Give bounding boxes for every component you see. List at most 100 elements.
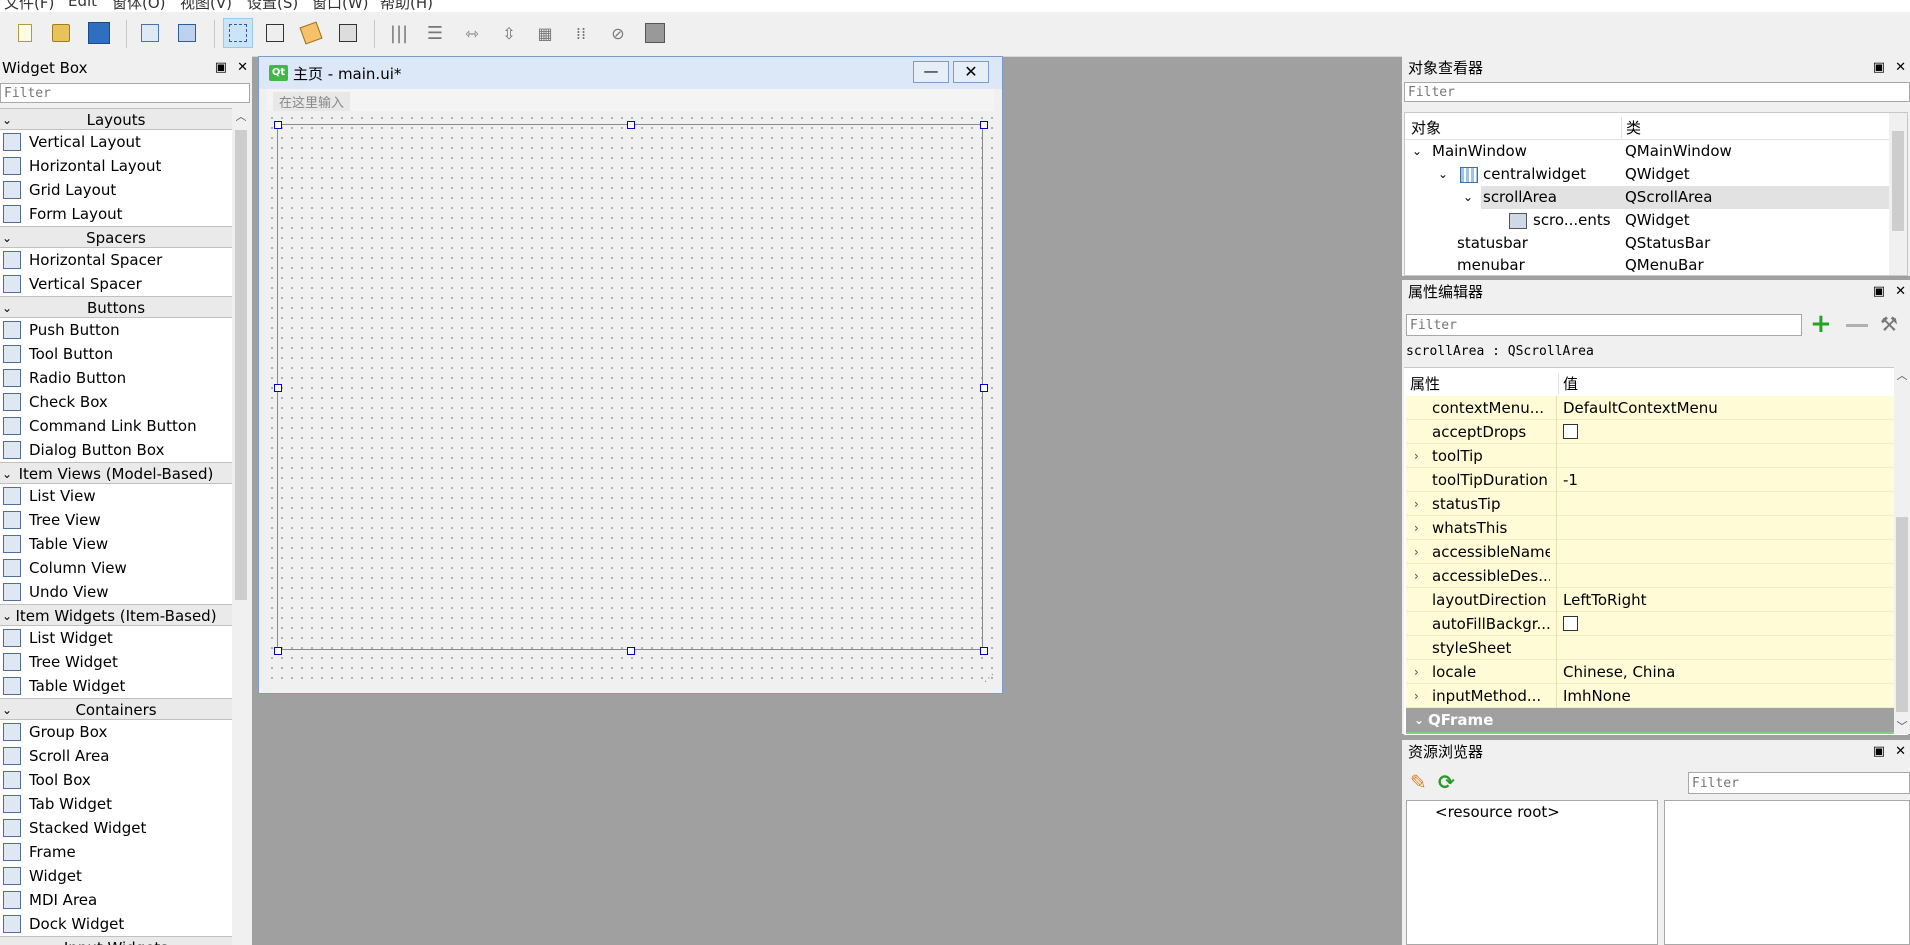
property-scrollbar[interactable]: ︿ ﹀: [1894, 367, 1910, 734]
layout-vertical-button[interactable]: ☰: [420, 18, 450, 48]
chevron-right-icon[interactable]: ›: [1414, 540, 1419, 564]
chevron-right-icon[interactable]: ›: [1414, 492, 1419, 516]
resource-filter[interactable]: [1688, 772, 1910, 794]
widget-item[interactable]: List View: [0, 484, 232, 508]
form-window[interactable]: Qt 主页 - main.ui* — ✕ 在这里输入 ⋰: [258, 56, 1003, 694]
layout-horizontal-button[interactable]: |||: [384, 18, 414, 48]
chevron-down-icon[interactable]: ⌄: [2, 699, 12, 721]
chevron-right-icon[interactable]: ›: [1414, 444, 1419, 468]
close-icon[interactable]: ✕: [1895, 744, 1906, 759]
selection-handle[interactable]: [274, 384, 282, 392]
edit-buddies-button[interactable]: [296, 18, 326, 48]
add-property-icon[interactable]: +: [1810, 310, 1832, 338]
widget-item[interactable]: Table View: [0, 532, 232, 556]
menu-window[interactable]: 窗口(W): [312, 0, 369, 12]
object-inspector-filter[interactable]: [1404, 82, 1910, 102]
property-row[interactable]: › toolTip: [1406, 444, 1894, 468]
selection-handle[interactable]: [627, 647, 635, 655]
widget-category[interactable]: ⌄ Item Widgets (Item-Based): [0, 604, 232, 626]
object-tree-scrollbar[interactable]: [1889, 113, 1907, 275]
widget-category[interactable]: ⌄ Item Views (Model-Based): [0, 462, 232, 484]
widget-item[interactable]: Tool Button: [0, 342, 232, 366]
menu-edit[interactable]: Edit: [68, 0, 97, 10]
chevron-down-icon[interactable]: ⌄: [1463, 186, 1473, 209]
break-layout-button[interactable]: ⊘: [603, 18, 633, 48]
float-icon[interactable]: ▣: [1873, 284, 1885, 299]
widget-category[interactable]: ⌄ Containers: [0, 698, 232, 720]
widget-category[interactable]: ⌄ Spacers: [0, 226, 232, 248]
col-object[interactable]: 对象: [1411, 117, 1441, 138]
widget-item[interactable]: Dock Widget: [0, 912, 232, 936]
tree-row[interactable]: ⌄ centralwidget QWidget: [1405, 163, 1889, 186]
tree-row-selected[interactable]: ⌄ scrollArea QScrollArea: [1405, 186, 1889, 209]
property-row[interactable]: styleSheet: [1406, 636, 1894, 660]
edit-widgets-button[interactable]: [223, 18, 253, 48]
menu-placeholder[interactable]: 在这里输入: [273, 92, 351, 111]
widget-item[interactable]: Widget: [0, 864, 232, 888]
float-icon[interactable]: ▣: [215, 60, 227, 75]
chevron-right-icon[interactable]: ›: [1414, 684, 1419, 708]
widget-item[interactable]: Scroll Area: [0, 744, 232, 768]
save-button[interactable]: [84, 18, 114, 48]
property-row[interactable]: › inputMethod... ImhNone: [1406, 684, 1894, 708]
selection-handle[interactable]: [274, 121, 282, 129]
close-window-button[interactable]: ✕: [953, 61, 989, 83]
edit-resources-icon[interactable]: ✎: [1410, 770, 1427, 794]
col-class[interactable]: 类: [1621, 117, 1641, 138]
property-section-qframe[interactable]: ⌄ QFrame: [1406, 708, 1894, 732]
open-file-button[interactable]: [46, 18, 76, 48]
property-row[interactable]: › whatsThis: [1406, 516, 1894, 540]
menu-help[interactable]: 帮助(H): [380, 0, 433, 12]
widget-category[interactable]: ⌄ Layouts: [0, 108, 232, 130]
widget-item[interactable]: Tab Widget: [0, 792, 232, 816]
widget-item[interactable]: Form Layout: [0, 202, 232, 226]
scroll-down-arrow[interactable]: ﹀: [1894, 718, 1910, 734]
widget-item[interactable]: Dialog Button Box: [0, 438, 232, 462]
property-row[interactable]: layoutDirection LeftToRight: [1406, 588, 1894, 612]
tree-row[interactable]: statusbar QStatusBar: [1405, 232, 1889, 255]
widget-category[interactable]: Input Widgets: [0, 936, 232, 945]
widget-item[interactable]: Horizontal Spacer: [0, 248, 232, 272]
edit-signals-button[interactable]: [260, 18, 290, 48]
widget-item[interactable]: List Widget: [0, 626, 232, 650]
reload-icon[interactable]: ⟳: [1438, 770, 1455, 794]
property-row[interactable]: contextMenu... DefaultContextMenu: [1406, 396, 1894, 420]
layout-form-button[interactable]: ⁞⁞: [566, 18, 596, 48]
property-row[interactable]: toolTipDuration -1: [1406, 468, 1894, 492]
widget-item[interactable]: Tool Box: [0, 768, 232, 792]
widget-item[interactable]: Group Box: [0, 720, 232, 744]
menu-view[interactable]: 视图(V): [180, 0, 232, 12]
col-property[interactable]: 属性: [1410, 373, 1440, 394]
property-row[interactable]: acceptDrops: [1406, 420, 1894, 444]
minimize-button[interactable]: —: [913, 61, 949, 83]
widget-item[interactable]: Undo View: [0, 580, 232, 604]
property-row[interactable]: › accessibleDes...: [1406, 564, 1894, 588]
widget-item[interactable]: Stacked Widget: [0, 816, 232, 840]
scroll-up-arrow[interactable]: ︿: [232, 108, 250, 124]
close-icon[interactable]: ✕: [237, 60, 248, 75]
widget-item[interactable]: Tree View: [0, 508, 232, 532]
chevron-right-icon[interactable]: ›: [1414, 660, 1419, 684]
checkbox[interactable]: [1563, 615, 1578, 631]
property-row[interactable]: › locale Chinese, China: [1406, 660, 1894, 684]
chevron-right-icon[interactable]: ›: [1414, 516, 1419, 540]
tree-row[interactable]: scro...ents QWidget: [1405, 209, 1889, 232]
menu-settings[interactable]: 设置(S): [247, 0, 298, 12]
property-row[interactable]: › statusTip: [1406, 492, 1894, 516]
float-icon[interactable]: ▣: [1873, 744, 1885, 759]
menu-form[interactable]: 窗体(O): [112, 0, 166, 12]
chevron-down-icon[interactable]: ⌄: [2, 297, 12, 319]
selected-scroll-area[interactable]: [277, 124, 983, 650]
layout-h-splitter-button[interactable]: ⇿: [457, 18, 487, 48]
widget-box-filter[interactable]: [0, 83, 250, 103]
property-row[interactable]: › accessibleName: [1406, 540, 1894, 564]
new-file-button[interactable]: [10, 18, 40, 48]
property-value[interactable]: LeftToRight: [1556, 588, 1883, 612]
widget-item[interactable]: Push Button: [0, 318, 232, 342]
col-value[interactable]: 值: [1558, 373, 1578, 394]
menu-file[interactable]: 文件(F): [4, 0, 54, 12]
scroll-thumb[interactable]: [1896, 517, 1908, 712]
widget-item[interactable]: Vertical Spacer: [0, 272, 232, 296]
property-value[interactable]: [1556, 444, 1883, 468]
chevron-down-icon[interactable]: ⌄: [1414, 708, 1424, 732]
